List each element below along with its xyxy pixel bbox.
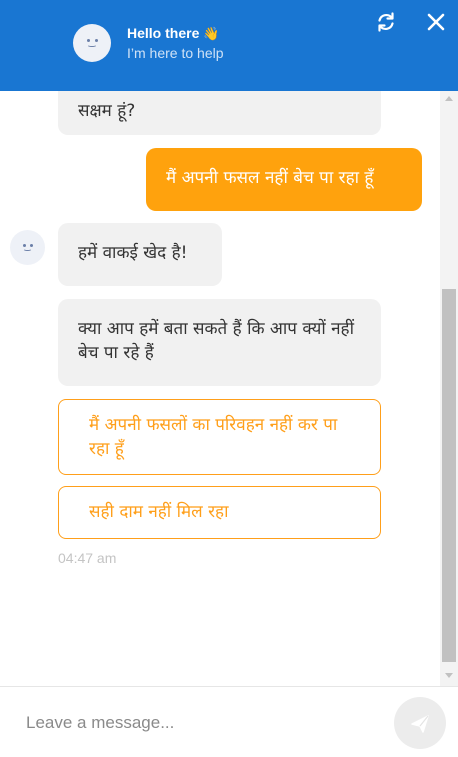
bot-message-apology-text: हमें वाकई खेद है! — [78, 243, 188, 263]
send-icon — [411, 715, 429, 733]
bot-message-question-text: क्या आप हमें बता सकते हैं कि आप क्यों नह… — [78, 319, 354, 363]
user-message: मैं अपनी फसल नहीं बेच पा रहा हूँ — [146, 148, 422, 211]
header-title-text: Hello there — [127, 25, 200, 41]
avatar-mouth — [87, 43, 97, 47]
avatar-eye-right — [95, 39, 98, 42]
option-transport-button[interactable]: मैं अपनी फसलों का परिवहन नहीं कर पा रहा … — [58, 399, 381, 475]
scrollbar-thumb[interactable] — [442, 289, 456, 662]
bot-message-apology: हमें वाकई खेद है! — [58, 223, 222, 286]
user-message-text: मैं अपनी फसल नहीं बेच पा रहा हूँ — [166, 168, 374, 188]
header-title: Hello there 👋 — [127, 25, 220, 42]
header-subtitle: I’m here to help — [127, 45, 224, 61]
message-scrollbar[interactable] — [440, 91, 458, 686]
bot-message-partial: सक्षम हूं? — [58, 91, 381, 135]
close-button[interactable] — [424, 10, 448, 34]
option-transport-label: मैं अपनी फसलों का परिवहन नहीं कर पा रहा … — [89, 415, 338, 459]
send-button[interactable] — [394, 697, 446, 749]
scroll-down-arrow-icon[interactable] — [445, 673, 453, 678]
message-input[interactable] — [26, 709, 366, 737]
waving-hand-icon: 👋 — [203, 26, 220, 41]
option-price-button[interactable]: सही दाम नहीं मिल रहा — [58, 486, 381, 539]
chat-header: Hello there 👋 I’m here to help — [0, 0, 458, 91]
bot-avatar — [73, 24, 111, 62]
avatar-eye-left — [87, 39, 90, 42]
bot-message-question: क्या आप हमें बता सकते हैं कि आप क्यों नह… — [58, 299, 381, 386]
refresh-icon — [378, 12, 394, 32]
scroll-up-arrow-icon[interactable] — [445, 96, 453, 101]
message-timestamp: 04:47 am — [58, 550, 117, 566]
bot-message-avatar — [10, 230, 45, 265]
message-list: सक्षम हूं? मैं अपनी फसल नहीं बेच पा रहा … — [0, 91, 440, 686]
refresh-button[interactable] — [374, 10, 398, 34]
message-composer — [0, 686, 458, 757]
bot-message-partial-text: सक्षम हूं? — [78, 101, 136, 121]
option-price-label: सही दाम नहीं मिल रहा — [89, 502, 229, 522]
close-icon — [427, 13, 445, 31]
chat-widget: Hello there 👋 I’m here to help सक्षम हूं?… — [0, 0, 458, 757]
avatar-mouth — [23, 247, 32, 251]
